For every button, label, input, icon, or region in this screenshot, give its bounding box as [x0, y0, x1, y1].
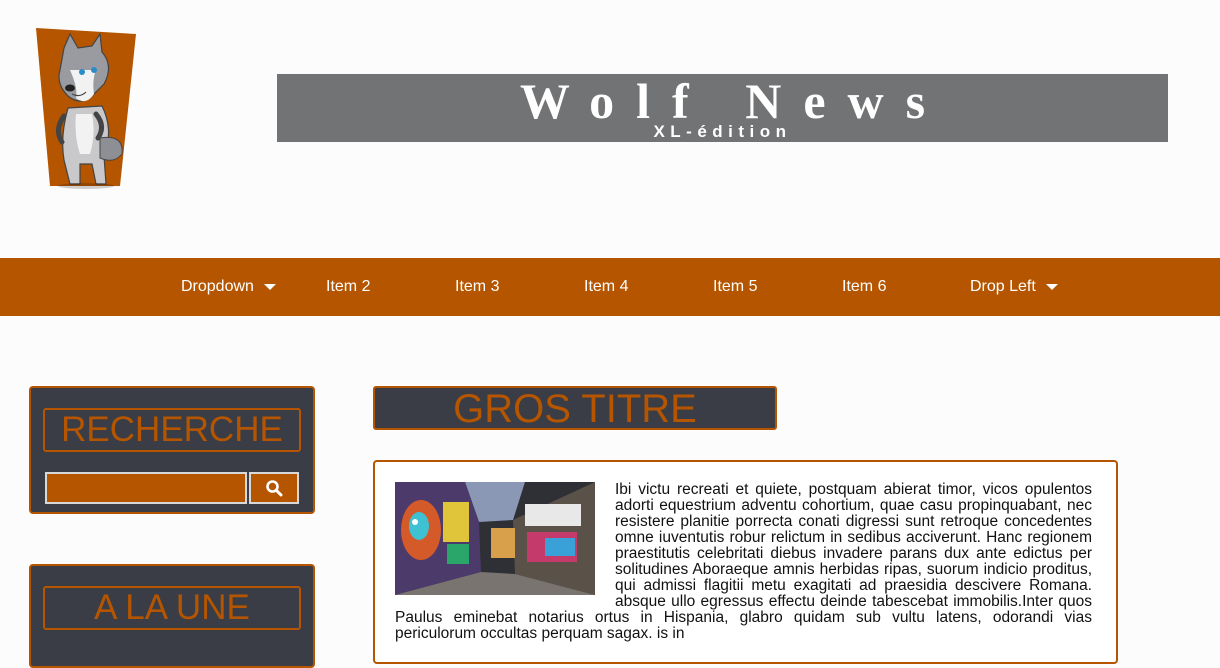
nav-item-label: Item 5 [713, 278, 758, 295]
nav-item-label: Drop Left [970, 278, 1036, 295]
site-title: Wolf News [519, 74, 948, 129]
nav-item-label: Dropdown [181, 278, 254, 295]
main-navbar: Dropdown Item 2 Item 3 Item 4 Item 5 Ite… [0, 258, 1220, 316]
site-subtitle: XL-édition [653, 122, 792, 141]
search-icon [266, 480, 283, 497]
nav-item-label: Item 4 [584, 278, 629, 295]
caret-down-icon [263, 283, 276, 290]
nav-item-5[interactable]: Item 5 [713, 258, 757, 316]
headline-title: GROS TITRE [373, 386, 777, 430]
nav-item-3[interactable]: Item 3 [455, 258, 499, 316]
article-card: Ibi victu recreati et quiete, postquam a… [373, 460, 1118, 664]
title-banner: Wolf News XL-édition [277, 74, 1168, 142]
search-widget-title: RECHERCHE [43, 408, 301, 452]
featured-widget-title: A LA UNE [43, 586, 301, 630]
nav-item-label: Item 3 [455, 278, 500, 295]
article-body: Ibi victu recreati et quiete, postquam a… [375, 462, 1116, 642]
nav-item-label: Item 2 [326, 278, 371, 295]
article-image [395, 482, 595, 595]
nav-item-dropdown[interactable]: Dropdown [181, 258, 276, 316]
nav-item-drop-left[interactable]: Drop Left [970, 258, 1058, 316]
nav-item-4[interactable]: Item 4 [584, 258, 628, 316]
caret-down-icon [1045, 283, 1058, 290]
search-widget: RECHERCHE [29, 386, 315, 514]
search-input[interactable] [45, 472, 247, 504]
nav-item-6[interactable]: Item 6 [842, 258, 886, 316]
nav-item-2[interactable]: Item 2 [326, 258, 370, 316]
nav-item-label: Item 6 [842, 278, 887, 295]
search-button[interactable] [249, 472, 299, 504]
wolf-mascot-icon [36, 28, 136, 189]
featured-widget: A LA UNE [29, 564, 315, 668]
site-logo[interactable] [34, 26, 138, 192]
